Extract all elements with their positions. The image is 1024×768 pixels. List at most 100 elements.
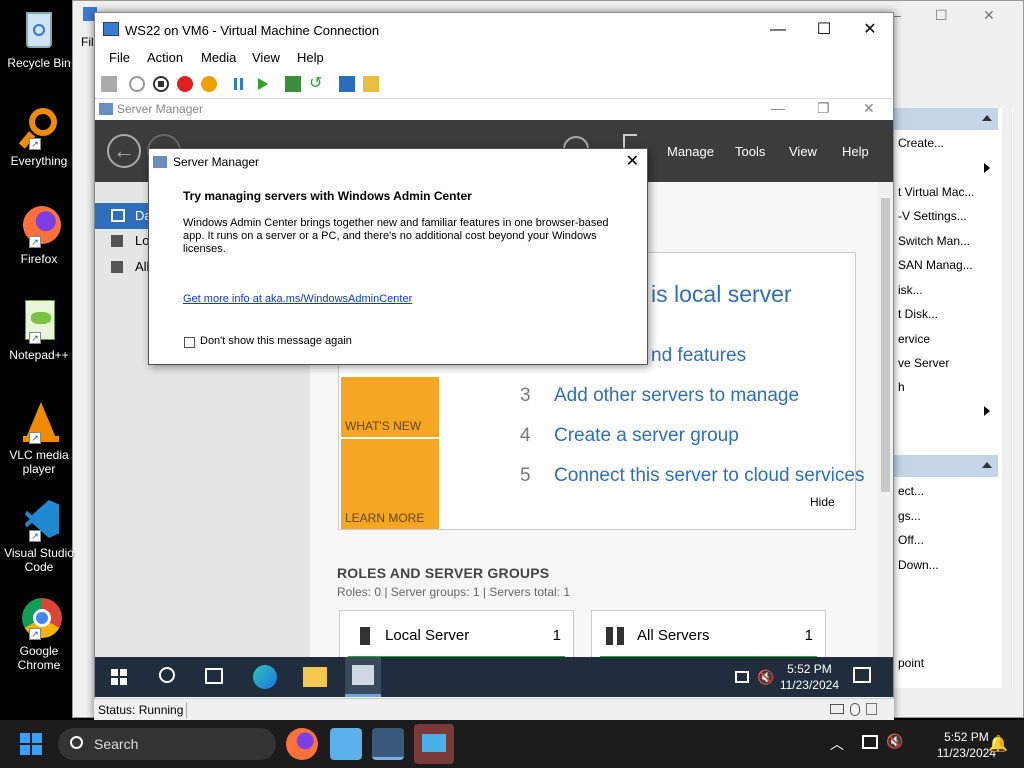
- action-item[interactable]: -V Settings...: [898, 209, 967, 223]
- bell-icon[interactable]: 🔔: [988, 734, 1008, 754]
- quick-start-step-3[interactable]: Add other servers to manage: [554, 385, 799, 407]
- ctrl-alt-del-icon[interactable]: [101, 76, 117, 92]
- network-icon[interactable]: [862, 735, 878, 749]
- menu-view[interactable]: View: [252, 50, 280, 65]
- desktop-icon-vscode[interactable]: ↗ Visual Studio Code: [2, 498, 76, 574]
- hyperv-manager-taskbar-icon[interactable]: [414, 724, 454, 764]
- volume-muted-icon[interactable]: 🔇: [757, 669, 774, 686]
- chevron-up-icon[interactable]: ︿: [830, 734, 844, 754]
- back-arrow-icon[interactable]: ←: [107, 134, 141, 168]
- menu-file[interactable]: File: [109, 50, 130, 65]
- action-item[interactable]: Create...: [898, 136, 944, 150]
- action-item[interactable]: ve Server: [898, 356, 949, 370]
- volume-muted-icon[interactable]: 🔇: [886, 733, 903, 750]
- action-item[interactable]: Switch Man...: [898, 234, 970, 248]
- action-item[interactable]: gs...: [898, 509, 921, 523]
- desktop-icon-chrome[interactable]: ↗ Google Chrome: [2, 596, 76, 672]
- server-icon: [360, 627, 370, 645]
- header-menu-help[interactable]: Help: [842, 144, 869, 159]
- turn-off-icon[interactable]: [153, 76, 169, 92]
- menu-action[interactable]: Action: [147, 50, 183, 65]
- dialog-title: Server Manager: [173, 155, 260, 169]
- desktop-icon-vlc[interactable]: ↗ VLC media player: [2, 400, 76, 476]
- windows-start-icon[interactable]: [111, 669, 127, 685]
- server-manager-title-bar[interactable]: Server Manager — ❐ ✕: [95, 99, 893, 120]
- server-manager-taskbar-button[interactable]: [345, 657, 381, 697]
- task-view-icon[interactable]: [205, 668, 223, 684]
- host-menu-fragment[interactable]: Fil: [81, 35, 94, 49]
- hide-link[interactable]: Hide: [810, 495, 835, 509]
- scroll-thumb[interactable]: [881, 198, 890, 492]
- firefox-taskbar-icon[interactable]: [286, 728, 318, 760]
- header-menu-tools[interactable]: Tools: [735, 144, 765, 159]
- quick-start-step-2[interactable]: nd features: [651, 345, 746, 367]
- mouse-icon: [850, 703, 860, 716]
- share-icon[interactable]: [363, 76, 379, 92]
- search-icon[interactable]: [159, 667, 175, 683]
- enhanced-session-icon[interactable]: [339, 76, 355, 92]
- file-explorer-icon[interactable]: [303, 667, 327, 687]
- collapse-icon[interactable]: [982, 115, 992, 121]
- checkpoint-icon[interactable]: [285, 76, 301, 92]
- vm-title-bar[interactable]: WS22 on VM6 - Virtual Machine Connection…: [95, 13, 893, 47]
- action-item[interactable]: t Virtual Mac...: [898, 185, 974, 199]
- notification-center-icon[interactable]: [853, 667, 871, 683]
- desktop-icon-notepadpp[interactable]: ↗ Notepad++: [2, 300, 76, 362]
- search-icon: [70, 736, 83, 749]
- desktop-icon-recycle-bin[interactable]: Recycle Bin: [2, 8, 76, 70]
- dont-show-label[interactable]: Don't show this message again: [200, 335, 352, 347]
- quick-start-step-5[interactable]: Connect this server to cloud services: [554, 465, 864, 487]
- save-icon[interactable]: [201, 76, 217, 92]
- server-manager-icon: [99, 103, 113, 115]
- pause-icon[interactable]: [231, 76, 247, 92]
- notepadpp-icon: ↗: [17, 300, 61, 344]
- quick-start-heading[interactable]: is local server: [651, 281, 792, 308]
- network-icon[interactable]: [735, 671, 749, 683]
- header-menu-manage[interactable]: Manage: [667, 144, 714, 159]
- close-icon[interactable]: ✕: [863, 100, 875, 117]
- desktop-icon-firefox[interactable]: ↗ Firefox: [2, 204, 76, 266]
- dialog-close-icon[interactable]: ✕: [626, 151, 639, 171]
- taskbar-search[interactable]: Search: [58, 728, 276, 760]
- collapse-icon[interactable]: [982, 462, 992, 468]
- action-item[interactable]: t Disk...: [898, 307, 938, 321]
- actions-scrollbar[interactable]: [1002, 108, 1012, 688]
- close-button[interactable]: ✕: [847, 19, 893, 41]
- action-item[interactable]: h: [898, 380, 905, 394]
- action-item[interactable]: point: [898, 656, 924, 670]
- action-item[interactable]: ect...: [898, 484, 924, 498]
- menu-help[interactable]: Help: [297, 50, 324, 65]
- dont-show-checkbox[interactable]: [184, 337, 195, 348]
- action-item[interactable]: Off...: [898, 533, 924, 547]
- actions-panel-header[interactable]: [894, 108, 998, 130]
- minimize-icon[interactable]: —: [771, 100, 785, 116]
- edge-icon[interactable]: [253, 665, 277, 689]
- menu-media[interactable]: Media: [201, 50, 236, 65]
- actions-panel-header-2[interactable]: [894, 455, 998, 477]
- learn-more-tile[interactable]: LEARN MORE: [341, 439, 439, 529]
- action-item[interactable]: isk...: [898, 283, 923, 297]
- action-item[interactable]: Down...: [898, 558, 939, 572]
- action-item[interactable]: SAN Manag...: [898, 258, 973, 272]
- restore-icon[interactable]: ❐: [817, 100, 830, 117]
- header-menu-view[interactable]: View: [789, 144, 817, 159]
- quick-start-step-4[interactable]: Create a server group: [554, 425, 739, 447]
- guest-clock[interactable]: 5:52 PM 11/23/2024: [780, 661, 839, 693]
- vm-connection-taskbar-icon[interactable]: [372, 728, 404, 760]
- maximize-icon[interactable]: ☐: [935, 7, 948, 24]
- desktop-icon-everything[interactable]: ↗ Everything: [2, 106, 76, 168]
- whats-new-tile[interactable]: WHAT'S NEW: [341, 377, 439, 437]
- minimize-button[interactable]: —: [755, 19, 801, 41]
- dashboard-scrollbar[interactable]: [878, 182, 893, 657]
- step-number: 3: [520, 385, 531, 406]
- admin-center-link[interactable]: Get more info at aka.ms/WindowsAdminCent…: [183, 293, 412, 305]
- maximize-button[interactable]: ☐: [801, 19, 847, 41]
- close-icon[interactable]: ✕: [983, 7, 995, 24]
- action-item[interactable]: ervice: [898, 332, 930, 346]
- resume-icon[interactable]: [255, 76, 271, 92]
- start-icon[interactable]: [129, 76, 145, 92]
- windows-start-icon[interactable]: [20, 733, 42, 755]
- shut-down-icon[interactable]: [177, 76, 193, 92]
- buildings-app-icon[interactable]: [330, 728, 362, 760]
- revert-icon[interactable]: ↺: [309, 76, 325, 92]
